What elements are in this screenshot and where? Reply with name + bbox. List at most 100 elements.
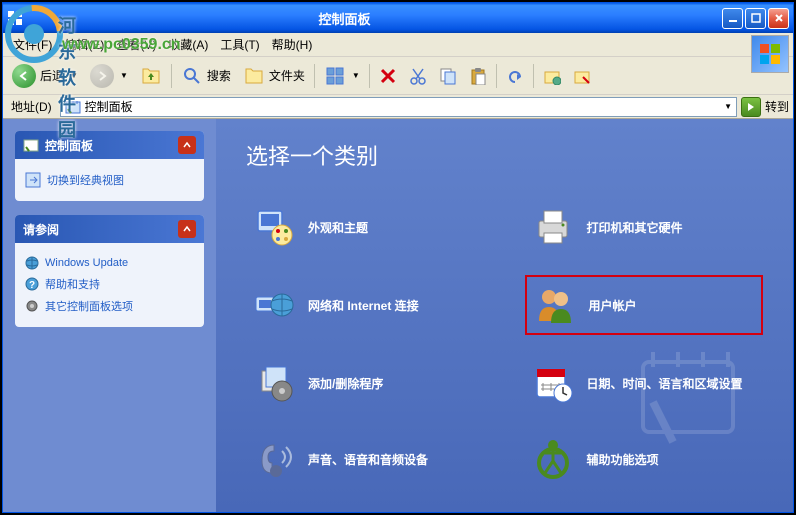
up-button[interactable] [135, 61, 167, 91]
datetime-icon [531, 361, 575, 405]
chevron-up-icon [182, 140, 192, 150]
forward-icon [90, 64, 114, 88]
back-icon [12, 64, 36, 88]
gear-icon [25, 299, 39, 313]
menu-view[interactable]: 查看(V) [110, 34, 162, 55]
forward-dropdown-icon: ▼ [120, 71, 128, 80]
link-label: Windows Update [45, 257, 128, 269]
go-label: 转到 [765, 98, 789, 115]
back-button[interactable]: 后退 ▼ [7, 61, 83, 91]
category-label: 日期、时间、语言和区域设置 [587, 375, 743, 392]
toolbar-separator [171, 64, 172, 88]
cut-button[interactable] [404, 61, 432, 91]
search-icon [181, 65, 203, 87]
category-label: 打印机和其它硬件 [587, 219, 683, 236]
category-accessibility[interactable]: 辅助功能选项 [525, 431, 764, 487]
folder-tool-icon [543, 67, 561, 85]
toolbar-separator [314, 64, 315, 88]
folders-button[interactable]: 文件夹 [238, 61, 310, 91]
sidebar: 控制面板 切换到经典视图 请参阅 [3, 119, 216, 512]
control-panel-window: 控制面板 文件(F) 编辑(E) 查看(V) 收藏(A) 工具(T) 帮助(H) [2, 2, 794, 513]
other-cp-options-link[interactable]: 其它控制面板选项 [25, 295, 194, 317]
window-controls [722, 8, 789, 29]
switch-classic-view-link[interactable]: 切换到经典视图 [25, 169, 194, 191]
control-panel-small-icon [65, 99, 81, 115]
go-arrow-icon [745, 101, 757, 113]
menu-help[interactable]: 帮助(H) [266, 34, 319, 55]
menu-file[interactable]: 文件(F) [7, 34, 58, 55]
category-sounds[interactable]: 声音、语音和音频设备 [246, 431, 485, 487]
collapse-button[interactable] [178, 136, 196, 154]
copy-icon [439, 67, 457, 85]
category-grid: 外观和主题 打印机和其它硬件 网络和 Internet 连接 [246, 199, 763, 512]
go-button[interactable] [741, 97, 761, 117]
panel-title: 控制面板 [45, 137, 93, 154]
category-datetime[interactable]: 日期、时间、语言和区域设置 [525, 355, 764, 411]
switch-view-label: 切换到经典视图 [47, 172, 124, 188]
toolbar: 后退 ▼ ▼ 搜索 文件夹 ▼ [3, 57, 793, 95]
address-value: 控制面板 [85, 98, 133, 115]
delete-x-icon [379, 67, 397, 85]
search-button[interactable]: 搜索 [176, 61, 236, 91]
category-appearance[interactable]: 外观和主题 [246, 199, 485, 255]
close-button[interactable] [768, 8, 789, 29]
address-field[interactable]: 控制面板 ▼ [60, 97, 737, 117]
link-label: 其它控制面板选项 [45, 298, 133, 314]
paste-button[interactable] [464, 61, 492, 91]
panel-body: 切换到经典视图 [15, 159, 204, 201]
help-icon: ? [25, 277, 39, 291]
appearance-icon [252, 205, 296, 249]
panel-header: 请参阅 [15, 215, 204, 243]
category-label: 添加/删除程序 [308, 375, 383, 392]
paste-icon [469, 67, 487, 85]
network-icon [252, 283, 296, 327]
panel-title: 请参阅 [23, 221, 59, 238]
minimize-button[interactable] [722, 8, 743, 29]
extra-button-2[interactable] [568, 61, 596, 91]
chevron-up-icon [182, 224, 192, 234]
panel-control-panel: 控制面板 切换到经典视图 [15, 131, 204, 201]
menu-favorites[interactable]: 收藏(A) [162, 34, 214, 55]
undo-button[interactable] [501, 61, 529, 91]
maximize-button[interactable] [745, 8, 766, 29]
category-label: 声音、语音和音频设备 [308, 451, 428, 468]
toolbar-separator [369, 64, 370, 88]
window-icon [7, 10, 23, 26]
menu-tools[interactable]: 工具(T) [214, 34, 265, 55]
category-users[interactable]: 用户帐户 [525, 275, 764, 335]
extra-button-1[interactable] [538, 61, 566, 91]
category-addremove[interactable]: 添加/删除程序 [246, 355, 485, 411]
address-dropdown-icon[interactable]: ▼ [724, 102, 732, 111]
category-performance[interactable]: 性能和维护 [246, 507, 485, 512]
menu-bar: 文件(F) 编辑(E) 查看(V) 收藏(A) 工具(T) 帮助(H) [3, 33, 793, 57]
folders-icon [243, 65, 265, 87]
panel-see-also: 请参阅 Windows Update ? 帮助和支持 [15, 215, 204, 327]
address-label: 地址(D) [7, 98, 56, 115]
folder-up-icon [140, 65, 162, 87]
category-label: 用户帐户 [589, 297, 637, 314]
views-icon [324, 65, 346, 87]
title-bar: 控制面板 [3, 3, 793, 33]
delete-button[interactable] [374, 61, 402, 91]
window-title: 控制面板 [27, 9, 662, 28]
category-label: 网络和 Internet 连接 [308, 297, 419, 314]
search-label: 搜索 [207, 67, 231, 84]
forward-button[interactable]: ▼ [85, 61, 133, 91]
copy-button[interactable] [434, 61, 462, 91]
views-button[interactable]: ▼ [319, 61, 365, 91]
help-support-link[interactable]: ? 帮助和支持 [25, 273, 194, 295]
panel-body: Windows Update ? 帮助和支持 其它控制面板选项 [15, 243, 204, 327]
undo-icon [506, 67, 524, 85]
sounds-icon [252, 437, 296, 481]
panel-header: 控制面板 [15, 131, 204, 159]
category-printers[interactable]: 打印机和其它硬件 [525, 199, 764, 255]
views-dropdown-icon: ▼ [352, 71, 360, 80]
category-security[interactable]: 安全中心 [525, 507, 764, 512]
back-dropdown-icon: ▼ [70, 71, 78, 80]
collapse-button[interactable] [178, 220, 196, 238]
windows-update-link[interactable]: Windows Update [25, 253, 194, 273]
category-network[interactable]: 网络和 Internet 连接 [246, 275, 485, 335]
address-bar: 地址(D) 控制面板 ▼ 转到 [3, 95, 793, 119]
accessibility-icon [531, 437, 575, 481]
menu-edit[interactable]: 编辑(E) [58, 34, 110, 55]
